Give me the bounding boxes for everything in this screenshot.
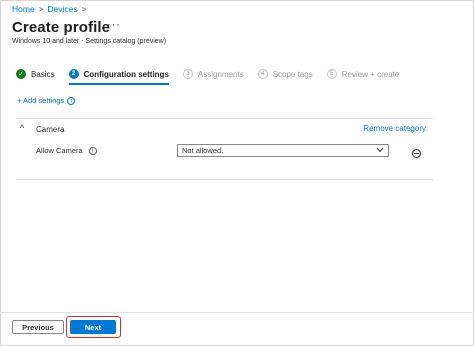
step-assignments[interactable]: 3 Assignments (182, 69, 244, 79)
step-number: 5 (326, 69, 337, 79)
add-settings-link[interactable]: + Add settings i (17, 96, 76, 105)
step-configuration-settings[interactable]: 2 Configuration settings (68, 69, 169, 85)
step-label: Review + create (341, 69, 400, 79)
step-label: Scope tags (272, 69, 313, 79)
category-title: Camera (36, 125, 65, 134)
step-scope-tags[interactable]: 4 Scope tags (257, 69, 313, 79)
step-basics[interactable]: ✓ Basics (16, 69, 55, 79)
checkmark-icon: ✓ (16, 69, 26, 79)
chevron-up-icon[interactable]: ^ (20, 123, 24, 133)
active-step-underline (68, 83, 169, 85)
step-label: Configuration settings (83, 69, 169, 79)
wizard-steps: ✓ Basics 2 Configuration settings 3 Assi… (16, 66, 413, 85)
setting-label-allow-camera: Allow Camera i (36, 146, 97, 155)
more-options-button[interactable]: ··· (107, 19, 121, 31)
step-review-create[interactable]: 5 Review + create (326, 69, 400, 79)
allow-camera-dropdown[interactable]: Not allowed. (177, 144, 389, 157)
previous-button[interactable]: Previous (12, 320, 64, 334)
breadcrumb-separator: > (81, 4, 87, 14)
footer-divider (0, 312, 474, 313)
remove-category-link[interactable]: Remove category (363, 124, 426, 133)
step-number: 3 (182, 69, 193, 79)
step-label: Assignments (197, 69, 244, 79)
breadcrumb-home[interactable]: Home (12, 4, 35, 14)
breadcrumb-separator: > (38, 4, 44, 14)
page-title: Create profile (12, 19, 111, 36)
minus-icon (414, 153, 419, 154)
chevron-down-icon (376, 146, 384, 155)
setting-label-text: Allow Camera (36, 146, 83, 155)
info-icon[interactable]: i (67, 96, 76, 105)
step-number: 4 (257, 69, 268, 79)
next-button[interactable]: Next (70, 320, 116, 334)
breadcrumb: Home > Devices > (12, 4, 90, 14)
step-number: 2 (68, 69, 79, 79)
breadcrumb-devices[interactable]: Devices (47, 4, 77, 14)
info-icon[interactable]: i (88, 146, 97, 155)
step-label: Basics (31, 69, 55, 79)
dropdown-value: Not allowed. (182, 146, 224, 155)
page-subtitle: Windows 10 and later - Settings catalog … (12, 38, 167, 45)
settings-category-camera: ^ Camera Remove category Allow Camera i … (16, 118, 433, 180)
remove-setting-icon[interactable] (412, 149, 421, 158)
add-settings-label: + Add settings (17, 96, 65, 105)
